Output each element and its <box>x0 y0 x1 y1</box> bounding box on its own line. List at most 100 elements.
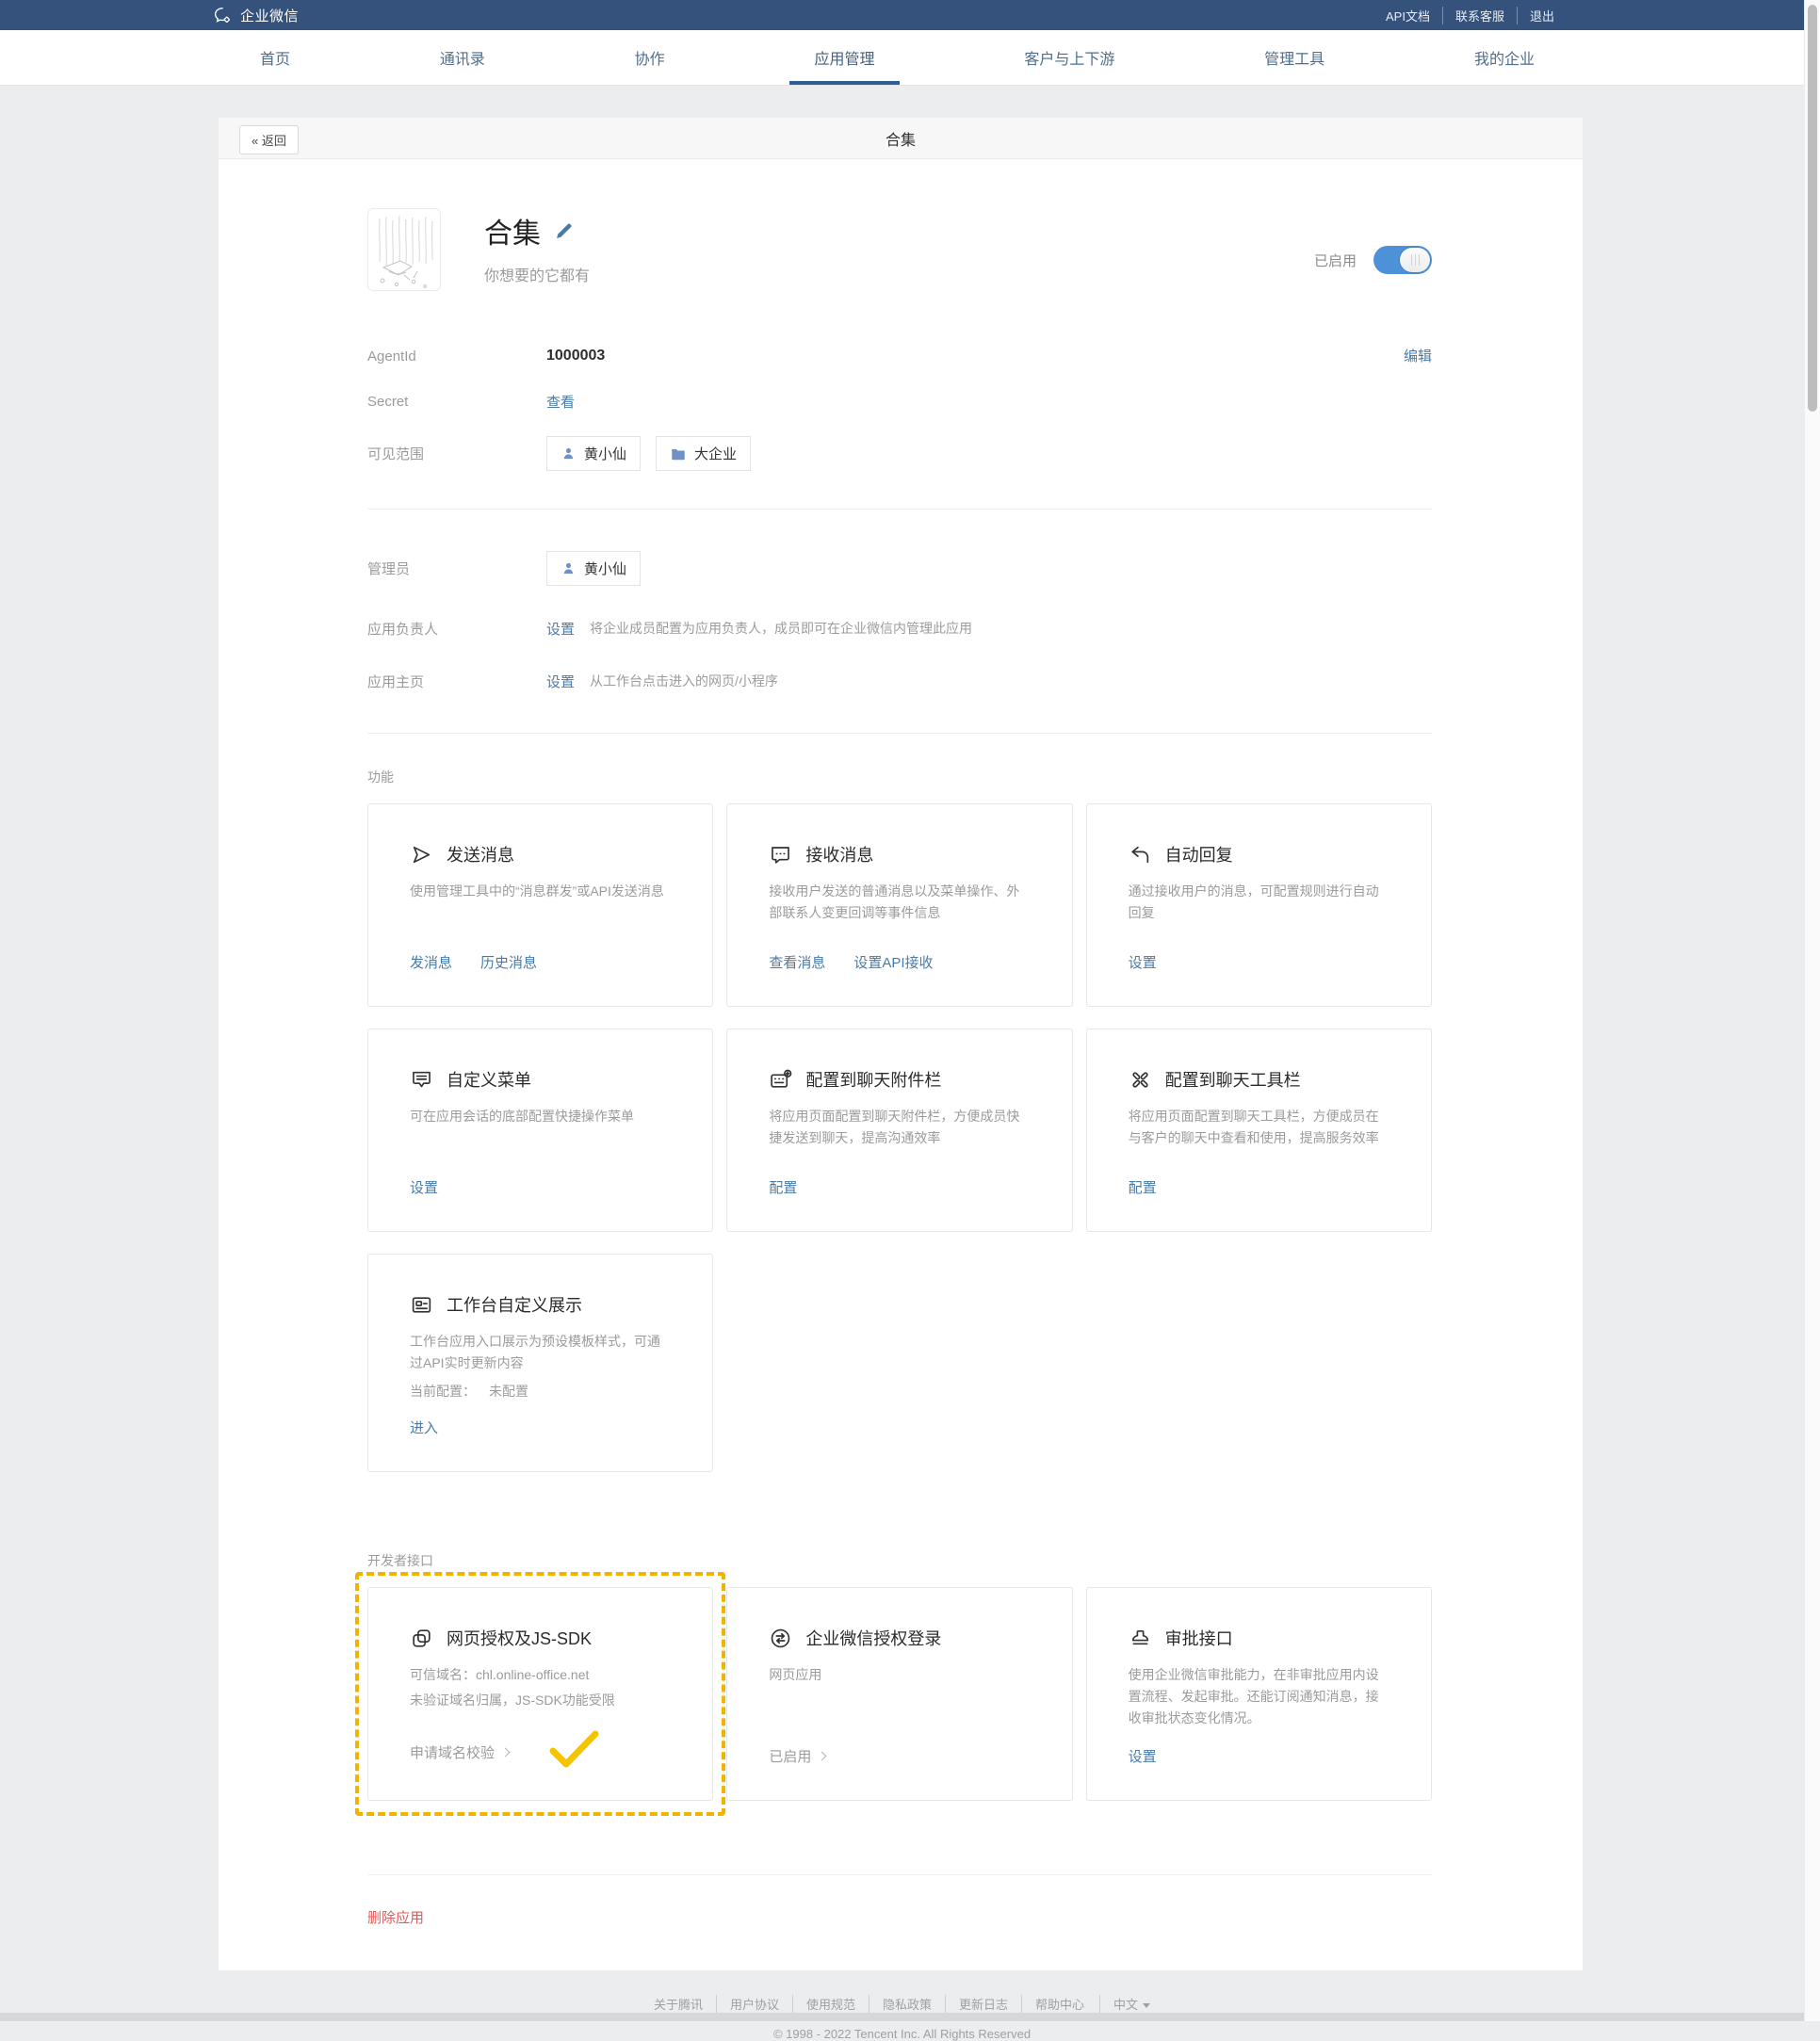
brand-name: 企业微信 <box>240 6 299 25</box>
dev-card-title: 审批接口 <box>1165 1626 1233 1650</box>
edit-name-pencil-icon[interactable] <box>554 220 575 241</box>
language-selector[interactable]: 中文 <box>1099 1995 1163 2013</box>
dev-card-auth-login: 企业微信授权登录 网页应用 已启用 <box>726 1587 1072 1801</box>
tab-customers[interactable]: 客户与上下游 <box>999 30 1139 85</box>
api-docs-link[interactable]: API文档 <box>1373 7 1442 24</box>
feature-title: 配置到聊天附件栏 <box>805 1067 941 1092</box>
visible-scope-label: 可见范围 <box>367 444 546 463</box>
app-owner-row: 应用负责人 设置 将企业成员配置为应用负责人，成员即可在企业微信内管理此应用 <box>367 618 1432 639</box>
site-footer: 关于腾讯 用户协议 使用规范 隐私政策 更新日志 帮助中心 中文 © 1998 … <box>0 1970 1804 2041</box>
copyright: © 1998 - 2022 Tencent Inc. All Rights Re… <box>0 2027 1804 2041</box>
divider <box>367 1874 1432 1875</box>
feature-card-send-message: 发送消息 使用管理工具中的“消息群发”或API发送消息 发消息 历史消息 <box>367 803 713 1007</box>
set-api-receive-link[interactable]: 设置API接收 <box>853 952 933 972</box>
app-subtitle: 你想要的它都有 <box>484 263 590 285</box>
feature-desc: 通过接收用户的消息，可配置规则进行自动回复 <box>1129 881 1389 924</box>
app-home-label: 应用主页 <box>367 672 546 691</box>
edit-link[interactable]: 编辑 <box>1404 346 1432 365</box>
auth-login-enabled-link[interactable]: 已启用 <box>769 1746 825 1766</box>
auth-login-icon <box>769 1627 792 1650</box>
app-owner-label: 应用负责人 <box>367 619 546 639</box>
topbar: 企业微信 API文档 联系客服 退出 <box>0 0 1804 30</box>
feature-card-receive-message: 接收消息 接收用户发送的普通消息以及菜单操作、外部联系人变更回调等事件信息 查看… <box>726 803 1072 1007</box>
feature-desc: 可在应用会话的底部配置快捷操作菜单 <box>410 1106 671 1127</box>
app-detail-card: « 返回 合集 <box>219 118 1583 1970</box>
tab-home[interactable]: 首页 <box>236 30 315 85</box>
toolbar-config-link[interactable]: 配置 <box>1129 1177 1157 1197</box>
highlighted-card-wrapper: 网页授权及JS-SDK 可信域名：chl.online-office.net 未… <box>367 1587 713 1801</box>
chat-toolbar-icon <box>1129 1068 1152 1092</box>
tab-contacts[interactable]: 通讯录 <box>415 30 510 85</box>
custom-menu-settings-link[interactable]: 设置 <box>410 1177 438 1197</box>
dev-card-desc: 使用企业微信审批能力，在非审批应用内设置流程、发起审批。还能订阅通知消息，接收审… <box>1129 1664 1389 1729</box>
current-config-label: 当前配置： <box>410 1384 476 1399</box>
message-history-link[interactable]: 历史消息 <box>480 952 537 972</box>
tab-app-management[interactable]: 应用管理 <box>789 30 899 85</box>
view-secret-link[interactable]: 查看 <box>546 392 575 412</box>
feature-desc: 接收用户发送的普通消息以及菜单操作、外部联系人变更回调等事件信息 <box>769 881 1030 924</box>
attachment-bar-config-link[interactable]: 配置 <box>769 1177 797 1197</box>
delete-app-link[interactable]: 删除应用 <box>367 1907 424 1927</box>
check-annotation-icon <box>548 1728 601 1772</box>
feature-card-custom-menu: 自定义菜单 可在应用会话的底部配置快捷操作菜单 设置 <box>367 1029 713 1232</box>
back-button[interactable]: « 返回 <box>239 125 299 154</box>
workbench-enter-link[interactable]: 进入 <box>410 1417 438 1437</box>
app-name: 合集 <box>484 210 541 251</box>
app-home-row: 应用主页 设置 从工作台点击进入的网页/小程序 <box>367 671 1432 691</box>
feature-desc: 将应用页面配置到聊天附件栏，方便成员快捷发送到聊天，提高沟通效率 <box>769 1106 1030 1149</box>
department-tag-label: 大企业 <box>694 444 737 463</box>
department-tag: 大企业 <box>656 436 751 471</box>
owner-description: 将企业成员配置为应用负责人，成员即可在企业微信内管理此应用 <box>590 619 972 638</box>
admin-row: 管理员 黄小仙 <box>367 551 1432 586</box>
feature-desc: 将应用页面配置到聊天工具栏，方便成员在与客户的聊天中查看和使用，提高服务效率 <box>1129 1106 1389 1149</box>
dev-card-web-auth-jssdk: 网页授权及JS-SDK 可信域名：chl.online-office.net 未… <box>367 1587 713 1801</box>
bottom-strip <box>0 2013 1804 2021</box>
dev-card-desc: 网页应用 <box>769 1664 1030 1686</box>
feature-card-chat-attachment-bar: 配置到聊天附件栏 将应用页面配置到聊天附件栏，方便成员快捷发送到聊天，提高沟通效… <box>726 1029 1072 1232</box>
custom-menu-icon <box>410 1068 433 1092</box>
member-tag: 黄小仙 <box>546 436 641 471</box>
footer-rules-link[interactable]: 使用规范 <box>792 1995 869 2013</box>
contact-support-link[interactable]: 联系客服 <box>1442 7 1517 24</box>
app-header: 合集 你想要的它都有 已启用 <box>367 208 1432 291</box>
tab-admin-tools[interactable]: 管理工具 <box>1240 30 1349 85</box>
caret-down-icon <box>1143 2003 1150 2008</box>
auth-login-enabled-label: 已启用 <box>769 1746 811 1766</box>
feature-title: 配置到聊天工具栏 <box>1165 1067 1301 1092</box>
receive-message-icon <box>769 843 792 867</box>
toggle-knob <box>1400 248 1430 272</box>
view-messages-link[interactable]: 查看消息 <box>769 952 825 972</box>
feature-title: 发送消息 <box>447 842 514 867</box>
agentid-value: 1000003 <box>546 348 605 364</box>
set-home-link[interactable]: 设置 <box>546 672 575 691</box>
logout-link[interactable]: 退出 <box>1517 7 1567 24</box>
person-icon <box>561 560 577 576</box>
approval-settings-link[interactable]: 设置 <box>1129 1746 1157 1766</box>
enable-toggle[interactable] <box>1373 246 1432 274</box>
feature-title: 自动回复 <box>1165 842 1233 867</box>
footer-about-link[interactable]: 关于腾讯 <box>641 1995 716 2013</box>
scrollbar-thumb[interactable] <box>1808 5 1817 412</box>
footer-changelog-link[interactable]: 更新日志 <box>945 1995 1021 2013</box>
footer-help-link[interactable]: 帮助中心 <box>1021 1995 1097 2013</box>
check-annotation <box>548 1738 601 1766</box>
auto-reply-icon <box>1129 843 1152 867</box>
current-config-value: 未配置 <box>489 1384 528 1399</box>
tab-my-company[interactable]: 我的企业 <box>1450 30 1559 85</box>
secret-label: Secret <box>367 394 546 410</box>
approval-api-icon <box>1129 1627 1152 1650</box>
apply-domain-verify-link[interactable]: 申请域名校验 <box>410 1742 509 1762</box>
feature-desc: 使用管理工具中的“消息群发”或API发送消息 <box>410 881 671 902</box>
set-owner-link[interactable]: 设置 <box>546 619 575 639</box>
visible-scope-row: 可见范围 黄小仙 大企业 <box>367 436 1432 471</box>
tab-collaboration[interactable]: 协作 <box>610 30 690 85</box>
send-message-link[interactable]: 发消息 <box>410 952 452 972</box>
agentid-label: AgentId <box>367 348 546 364</box>
auto-reply-settings-link[interactable]: 设置 <box>1129 952 1157 972</box>
footer-agreement-link[interactable]: 用户协议 <box>716 1995 792 2013</box>
trusted-domain-line: 可信域名：chl.online-office.net <box>410 1664 671 1686</box>
vertical-scrollbar[interactable] <box>1804 0 1820 2021</box>
feature-title: 自定义菜单 <box>447 1067 531 1092</box>
footer-privacy-link[interactable]: 隐私政策 <box>869 1995 945 2013</box>
features-section-label: 功能 <box>367 768 1432 786</box>
